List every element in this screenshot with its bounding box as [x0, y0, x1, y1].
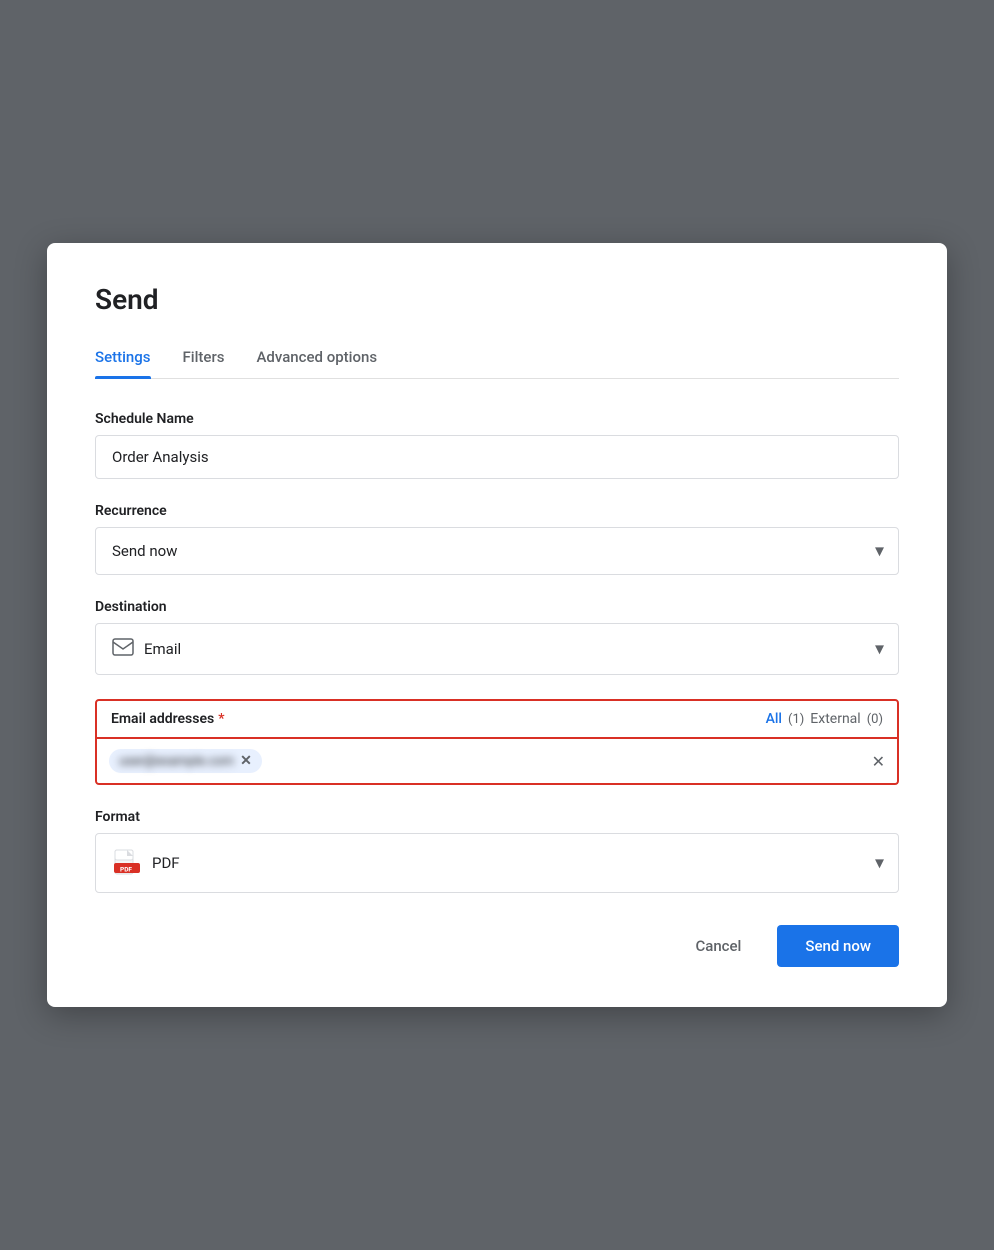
schedule-name-input[interactable] — [95, 435, 899, 479]
recurrence-group: Recurrence Send now ▾ — [95, 503, 899, 575]
tabs-container: Settings Filters Advanced options — [95, 348, 899, 379]
email-addresses-header: Email addresses * All (1) External (0) — [95, 699, 899, 739]
send-dialog: Send Settings Filters Advanced options S… — [47, 243, 947, 1007]
email-chip-text: user@example.com — [119, 754, 234, 769]
format-group: Format PDF PDF ▾ — [95, 809, 899, 893]
svg-text:PDF: PDF — [120, 866, 132, 874]
all-count: (1) — [788, 712, 804, 727]
external-label: External — [810, 711, 860, 727]
tab-filters[interactable]: Filters — [183, 348, 225, 378]
recurrence-label: Recurrence — [95, 503, 899, 519]
destination-chevron-icon: ▾ — [875, 639, 884, 660]
email-addresses-label-area: Email addresses * — [111, 711, 224, 727]
dialog-title: Send — [95, 283, 899, 316]
recurrence-value: Send now — [112, 542, 177, 560]
required-asterisk: * — [218, 711, 224, 727]
format-select[interactable]: PDF PDF ▾ — [95, 833, 899, 893]
destination-group: Destination Email ▾ — [95, 599, 899, 675]
empty-chip-area: ✕ — [270, 752, 885, 771]
dialog-footer: Cancel Send now — [95, 925, 899, 967]
pdf-icon: PDF — [112, 848, 142, 878]
format-value: PDF — [152, 854, 180, 872]
recurrence-select[interactable]: Send now ▾ — [95, 527, 899, 575]
email-chip: user@example.com ✕ — [109, 749, 262, 773]
external-count: (0) — [867, 712, 883, 727]
tab-settings[interactable]: Settings — [95, 348, 151, 378]
email-icon — [112, 638, 134, 660]
email-input-clear-icon[interactable]: ✕ — [872, 752, 885, 771]
email-chip-close-icon[interactable]: ✕ — [240, 753, 252, 769]
recurrence-chevron-icon: ▾ — [875, 541, 884, 562]
email-addresses-counts: All (1) External (0) — [766, 711, 883, 727]
email-addresses-label: Email addresses — [111, 711, 214, 727]
format-chevron-icon: ▾ — [875, 853, 884, 874]
destination-value: Email — [144, 640, 181, 658]
schedule-name-label: Schedule Name — [95, 411, 899, 427]
cancel-button[interactable]: Cancel — [671, 927, 765, 965]
destination-select[interactable]: Email ▾ — [95, 623, 899, 675]
all-filter-link[interactable]: All — [766, 711, 782, 727]
email-addresses-group: Email addresses * All (1) External (0) u… — [95, 699, 899, 785]
tab-advanced-options[interactable]: Advanced options — [256, 348, 377, 378]
send-now-button[interactable]: Send now — [777, 925, 899, 967]
destination-label: Destination — [95, 599, 899, 615]
schedule-name-group: Schedule Name — [95, 411, 899, 479]
email-chips-container[interactable]: user@example.com ✕ ✕ — [95, 739, 899, 785]
format-label: Format — [95, 809, 899, 825]
